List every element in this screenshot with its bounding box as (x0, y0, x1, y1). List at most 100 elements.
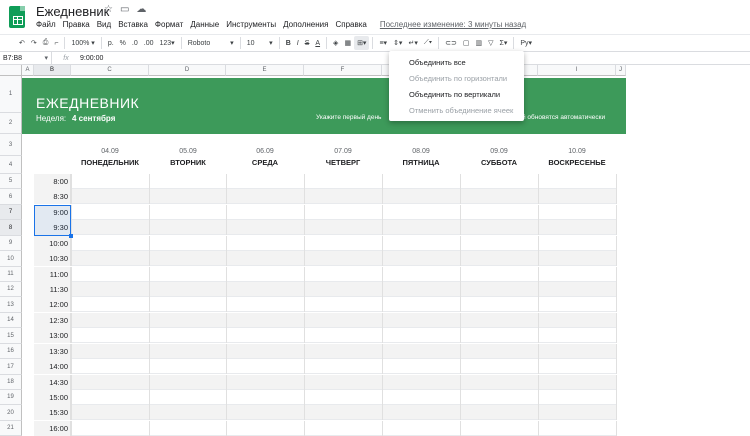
time-label[interactable]: 11:00 (34, 267, 71, 282)
time-label[interactable]: 10:30 (34, 251, 71, 266)
row-header[interactable]: 20 (0, 405, 22, 421)
zoom-select[interactable]: 100% ▾ (68, 36, 97, 50)
fill-handle[interactable] (69, 234, 73, 238)
menu-edit[interactable]: Правка (63, 20, 90, 29)
borders-icon[interactable]: ▦ (341, 36, 354, 50)
column-header-b[interactable]: B (34, 65, 71, 76)
functions-icon[interactable]: Σ▾ (497, 36, 511, 50)
merge-cells-button[interactable]: ⊞▾ (354, 36, 370, 50)
column-header-c[interactable]: C (71, 65, 149, 76)
sheets-logo-icon[interactable] (9, 6, 25, 28)
filter-icon[interactable]: ▽ (485, 36, 496, 50)
grid-line (71, 390, 72, 405)
more-formats-button[interactable]: 123 ▾ (156, 36, 177, 50)
currency-button[interactable]: р. (105, 36, 117, 50)
fill-color-icon[interactable]: ◈ (330, 36, 341, 50)
menu-addons[interactable]: Дополнения (283, 20, 328, 29)
row-header[interactable]: 7 (0, 205, 22, 220)
italic-button[interactable]: I (294, 36, 302, 50)
text-color-button[interactable]: A (312, 36, 323, 50)
column-header-d[interactable]: D (149, 65, 226, 76)
row-header[interactable]: 12 (0, 282, 22, 297)
insert-link-icon[interactable]: ⊂⊃ (442, 36, 460, 50)
row-header[interactable]: 2 (0, 113, 22, 134)
time-label[interactable]: 14:30 (34, 375, 71, 390)
select-all-corner[interactable] (0, 65, 22, 76)
move-folder-icon[interactable]: ▭ (120, 4, 129, 15)
row-header[interactable]: 9 (0, 236, 22, 251)
row-header[interactable]: 11 (0, 267, 22, 282)
row-header[interactable]: 19 (0, 390, 22, 405)
row-header[interactable]: 16 (0, 344, 22, 359)
menu-help[interactable]: Справка (335, 20, 366, 29)
menu-insert[interactable]: Вставка (118, 20, 148, 29)
star-icon[interactable]: ☆ (104, 4, 113, 15)
menu-tools[interactable]: Инструменты (226, 20, 276, 29)
menu-view[interactable]: Вид (97, 20, 111, 29)
input-tools-icon[interactable]: Ру▾ (517, 36, 535, 50)
grid-line (304, 251, 305, 266)
time-label[interactable]: 11:30 (34, 282, 71, 297)
unmerge-option[interactable]: Отменить объединение ячеек (389, 103, 524, 119)
row-header[interactable]: 14 (0, 313, 22, 328)
menu-file[interactable]: Файл (36, 20, 56, 29)
time-label[interactable]: 15:00 (34, 390, 71, 405)
name-box[interactable]: B7:B8 ▾ (0, 52, 52, 64)
strikethrough-button[interactable]: S (302, 36, 313, 50)
time-label[interactable]: 14:00 (34, 359, 71, 374)
font-size-select[interactable]: 10 ▾ (244, 36, 276, 50)
column-header-a[interactable]: A (22, 65, 34, 76)
time-label[interactable]: 13:00 (34, 328, 71, 343)
time-label[interactable]: 12:00 (34, 297, 71, 312)
bold-button[interactable]: B (283, 36, 294, 50)
paint-format-icon[interactable]: ⌐ (51, 36, 61, 50)
insert-comment-icon[interactable]: ▢ (460, 36, 473, 50)
row-header[interactable]: 10 (0, 251, 22, 267)
document-title[interactable]: Ежедневник (36, 4, 109, 19)
undo-icon[interactable]: ↶ (16, 36, 28, 50)
text-wrap-icon[interactable]: ↵▾ (405, 36, 420, 50)
column-header-j[interactable]: J (616, 65, 626, 76)
horizontal-align-icon[interactable]: ≡▾ (376, 36, 390, 50)
time-label[interactable]: 16:00 (34, 421, 71, 436)
merge-vertically-option[interactable]: Объединить по вертикали (389, 87, 524, 103)
menu-data[interactable]: Данные (190, 20, 219, 29)
row-header[interactable]: 15 (0, 328, 22, 344)
row-header[interactable]: 3 (0, 134, 22, 156)
time-label[interactable]: 15:30 (34, 405, 71, 420)
merge-horizontally-option[interactable]: Объединить по горизонтали (389, 71, 524, 87)
column-header-e[interactable]: E (226, 65, 304, 76)
redo-icon[interactable]: ↷ (28, 36, 40, 50)
row-header[interactable]: 17 (0, 359, 22, 375)
last-edit-link[interactable]: Последнее изменение: 3 минуты назад (380, 20, 526, 29)
print-icon[interactable]: ⎙ (40, 36, 52, 50)
cloud-status-icon[interactable]: ☁ (136, 4, 146, 15)
text-rotation-icon[interactable]: ⟋▾ (421, 36, 435, 50)
row-header[interactable]: 13 (0, 297, 22, 313)
week-start-value[interactable]: 4 сентября (72, 114, 115, 123)
row-header[interactable]: 1 (0, 76, 22, 113)
time-label[interactable]: 8:00 (34, 174, 71, 189)
time-label[interactable]: 10:00 (34, 236, 71, 251)
row-header[interactable]: 18 (0, 375, 22, 390)
time-label[interactable]: 13:30 (34, 344, 71, 359)
formula-input[interactable]: 9:00:00 (80, 55, 103, 62)
increase-decimal-button[interactable]: .00 (141, 36, 157, 50)
insert-chart-icon[interactable]: ▥ (473, 36, 486, 50)
time-label[interactable]: 12:30 (34, 313, 71, 328)
percent-button[interactable]: % (117, 36, 129, 50)
row-header[interactable]: 8 (0, 220, 22, 236)
row-header[interactable]: 6 (0, 189, 22, 205)
time-label[interactable]: 8:30 (34, 189, 71, 204)
cell-selection[interactable] (34, 205, 71, 236)
row-header[interactable]: 21 (0, 421, 22, 436)
merge-all-option[interactable]: Объединить все (389, 55, 524, 71)
menu-format[interactable]: Формат (155, 20, 183, 29)
decrease-decimal-button[interactable]: .0 (129, 36, 141, 50)
row-header[interactable]: 5 (0, 174, 22, 189)
vertical-align-icon[interactable]: ⇕▾ (390, 36, 405, 50)
font-select[interactable]: Roboto ▾ (185, 36, 237, 50)
column-header-f[interactable]: F (304, 65, 382, 76)
row-header[interactable]: 4 (0, 156, 22, 174)
column-header-i[interactable]: I (538, 65, 616, 76)
